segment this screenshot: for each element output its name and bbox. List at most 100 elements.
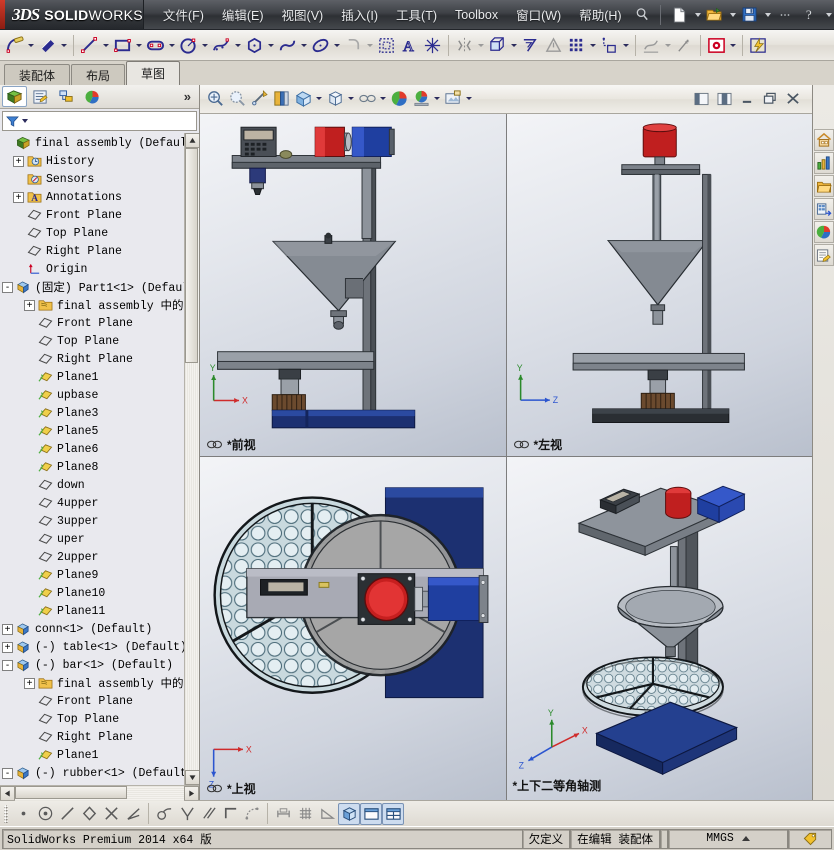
menu-view[interactable]: 视图(V) (273, 1, 333, 28)
feature-tree-item[interactable]: Plane10 (0, 584, 199, 602)
home-icon[interactable] (813, 129, 834, 151)
scroll-right-button[interactable] (184, 785, 199, 801)
grid-icon[interactable] (565, 33, 588, 58)
help-dropdown-icon[interactable] (825, 12, 832, 17)
feature-manager-tab[interactable] (2, 86, 27, 107)
relations-dropdown-icon[interactable] (621, 33, 631, 58)
feature-tree-item[interactable]: Plane1 (0, 746, 199, 764)
tangent-icon[interactable] (153, 803, 175, 825)
feature-tree-item[interactable]: 2upper (0, 548, 199, 566)
feature-tree-item[interactable]: Front Plane (0, 206, 199, 224)
hide-show-icon[interactable] (356, 87, 378, 111)
angle-measure-icon[interactable] (316, 803, 338, 825)
intersection-icon[interactable] (100, 803, 122, 825)
point-relation-icon[interactable] (12, 803, 34, 825)
arc-icon[interactable] (276, 33, 299, 58)
search-icon[interactable] (631, 4, 655, 26)
feature-tree-item[interactable]: Top Plane (0, 224, 199, 242)
tree-expand-toggle[interactable]: + (13, 191, 24, 203)
feature-tree-item[interactable]: + conn<1> (Default) (0, 620, 199, 638)
open-document-dropdown-icon[interactable] (729, 12, 736, 17)
feature-tree-item[interactable]: Top Plane (0, 710, 199, 728)
horizontal-vertical-icon[interactable] (219, 803, 241, 825)
hide-show-dropdown-icon[interactable] (378, 86, 388, 111)
viewport-front[interactable]: X Y *前视 (200, 113, 506, 457)
property-manager-tab[interactable] (28, 86, 53, 107)
help-icon[interactable]: ? (799, 4, 823, 26)
feature-tree-item[interactable]: Plane1 (0, 368, 199, 386)
filter-dropdown-icon[interactable] (22, 119, 28, 123)
previous-view-icon[interactable] (248, 87, 270, 111)
linear-pattern-dropdown-icon[interactable] (509, 33, 519, 58)
viewport-left[interactable]: Z Y *左视 (506, 113, 812, 457)
arc-dropdown-icon[interactable] (299, 33, 309, 58)
tab-assembly[interactable]: 装配体 (4, 64, 71, 85)
path-icon[interactable] (241, 803, 263, 825)
menu-insert[interactable]: 插入(I) (332, 1, 387, 28)
grid-dropdown-icon[interactable] (588, 33, 598, 58)
units-dropdown-icon[interactable] (741, 836, 750, 841)
feature-tree-item[interactable]: Plane5 (0, 422, 199, 440)
viewport-top[interactable]: X Z *上视 (200, 457, 506, 800)
trim-icon[interactable] (375, 33, 398, 58)
feature-tree-item[interactable]: Plane9 (0, 566, 199, 584)
toolbar-grip[interactable] (4, 804, 8, 823)
rectangle-dropdown-icon[interactable] (134, 33, 144, 58)
convert-entities-icon[interactable] (542, 33, 565, 58)
manager-overflow-button[interactable]: » (184, 89, 197, 104)
custom-properties-icon[interactable] (813, 244, 834, 266)
offset-icon[interactable] (519, 33, 542, 58)
feature-tree-item[interactable]: Front Plane (0, 314, 199, 332)
split-vertical-icon[interactable] (713, 87, 735, 111)
scroll-thumb[interactable] (184, 148, 198, 363)
status-tag-area[interactable] (788, 828, 832, 849)
text-icon[interactable]: A (398, 33, 421, 58)
feature-tree-item[interactable]: + final assembly 中的 (0, 296, 199, 314)
scroll-down-button[interactable] (184, 770, 199, 785)
feature-tree-item[interactable]: + History (0, 152, 199, 170)
viewport-close-icon[interactable] (782, 87, 804, 111)
view-settings-icon[interactable] (442, 87, 464, 111)
view-orientation-icon[interactable] (292, 87, 314, 111)
display-style-dropdown-icon[interactable] (346, 86, 356, 111)
parallel-icon[interactable] (197, 803, 219, 825)
feature-tree-item[interactable]: Sensors (0, 170, 199, 188)
rapid-sketch-icon[interactable] (705, 33, 728, 58)
feature-tree-filter[interactable] (2, 111, 197, 131)
viewport-dimetric[interactable]: X Y Z *上下二等角轴测 (506, 457, 812, 800)
concentric-icon[interactable] (34, 803, 56, 825)
line-dropdown-icon[interactable] (101, 33, 111, 58)
equal-icon[interactable] (78, 803, 100, 825)
feature-tree-item[interactable]: - (固定) Part1<1> (Defaul (0, 278, 199, 296)
feature-tree-item[interactable]: uper (0, 530, 199, 548)
ellipse-icon[interactable] (309, 33, 332, 58)
appearances-icon[interactable] (388, 87, 410, 111)
perpendicular-icon[interactable] (175, 803, 197, 825)
menu-window[interactable]: 窗口(W) (507, 1, 570, 28)
feature-tree-item[interactable]: Right Plane (0, 242, 199, 260)
angle-icon[interactable] (122, 803, 144, 825)
shaded-icon[interactable] (338, 802, 360, 825)
fillet-dropdown-icon[interactable] (365, 33, 375, 58)
view-palette-icon[interactable] (813, 198, 834, 220)
new-document-icon[interactable] (668, 4, 692, 26)
tree-expand-toggle[interactable]: + (24, 299, 35, 311)
feature-tree-item[interactable]: 3upper (0, 512, 199, 530)
feature-tree-item[interactable]: down (0, 476, 199, 494)
repair-sketch-dropdown-icon[interactable] (663, 33, 673, 58)
file-explorer-icon[interactable] (813, 175, 834, 197)
smart-dimension-dropdown-icon[interactable] (59, 33, 69, 58)
scene-icon[interactable] (410, 87, 432, 111)
menu-file[interactable]: 文件(F) (154, 1, 213, 28)
viewport-restore-icon[interactable] (759, 87, 781, 111)
dimension-icon[interactable] (272, 803, 294, 825)
status-units[interactable]: MMGS (668, 828, 788, 849)
repair-sketch-icon[interactable] (640, 33, 663, 58)
feature-tree-item[interactable]: upbase (0, 386, 199, 404)
menu-toolbox[interactable]: Toolbox (446, 4, 507, 26)
feature-tree-item[interactable]: Top Plane (0, 332, 199, 350)
grid-icon[interactable] (294, 803, 316, 825)
sketch-icon[interactable] (3, 33, 26, 58)
circle-dropdown-icon[interactable] (200, 33, 210, 58)
feature-tree-item[interactable]: Plane3 (0, 404, 199, 422)
